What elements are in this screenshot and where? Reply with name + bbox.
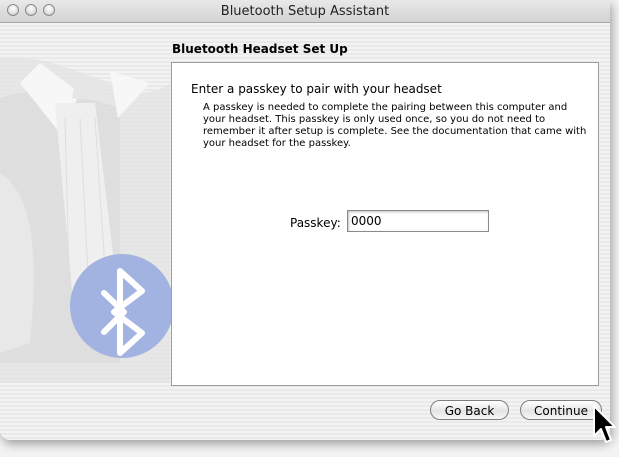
passkey-panel: Enter a passkey to pair with your headse… (171, 62, 599, 386)
assistant-window: Bluetooth Setup Assistant Bluetooth Head… (0, 0, 610, 440)
title-bar[interactable]: Bluetooth Setup Assistant (0, 0, 610, 23)
passkey-label: Passkey: (290, 216, 341, 230)
window-title: Bluetooth Setup Assistant (220, 4, 390, 19)
continue-button[interactable]: Continue (520, 400, 602, 420)
section-title: Bluetooth Headset Set Up (172, 42, 348, 56)
go-back-button[interactable]: Go Back (430, 400, 509, 420)
panel-description: A passkey is needed to complete the pair… (203, 102, 587, 149)
arrow-cursor-icon (593, 405, 616, 443)
panel-heading: Enter a passkey to pair with your headse… (191, 82, 442, 96)
passkey-input[interactable] (347, 210, 489, 232)
